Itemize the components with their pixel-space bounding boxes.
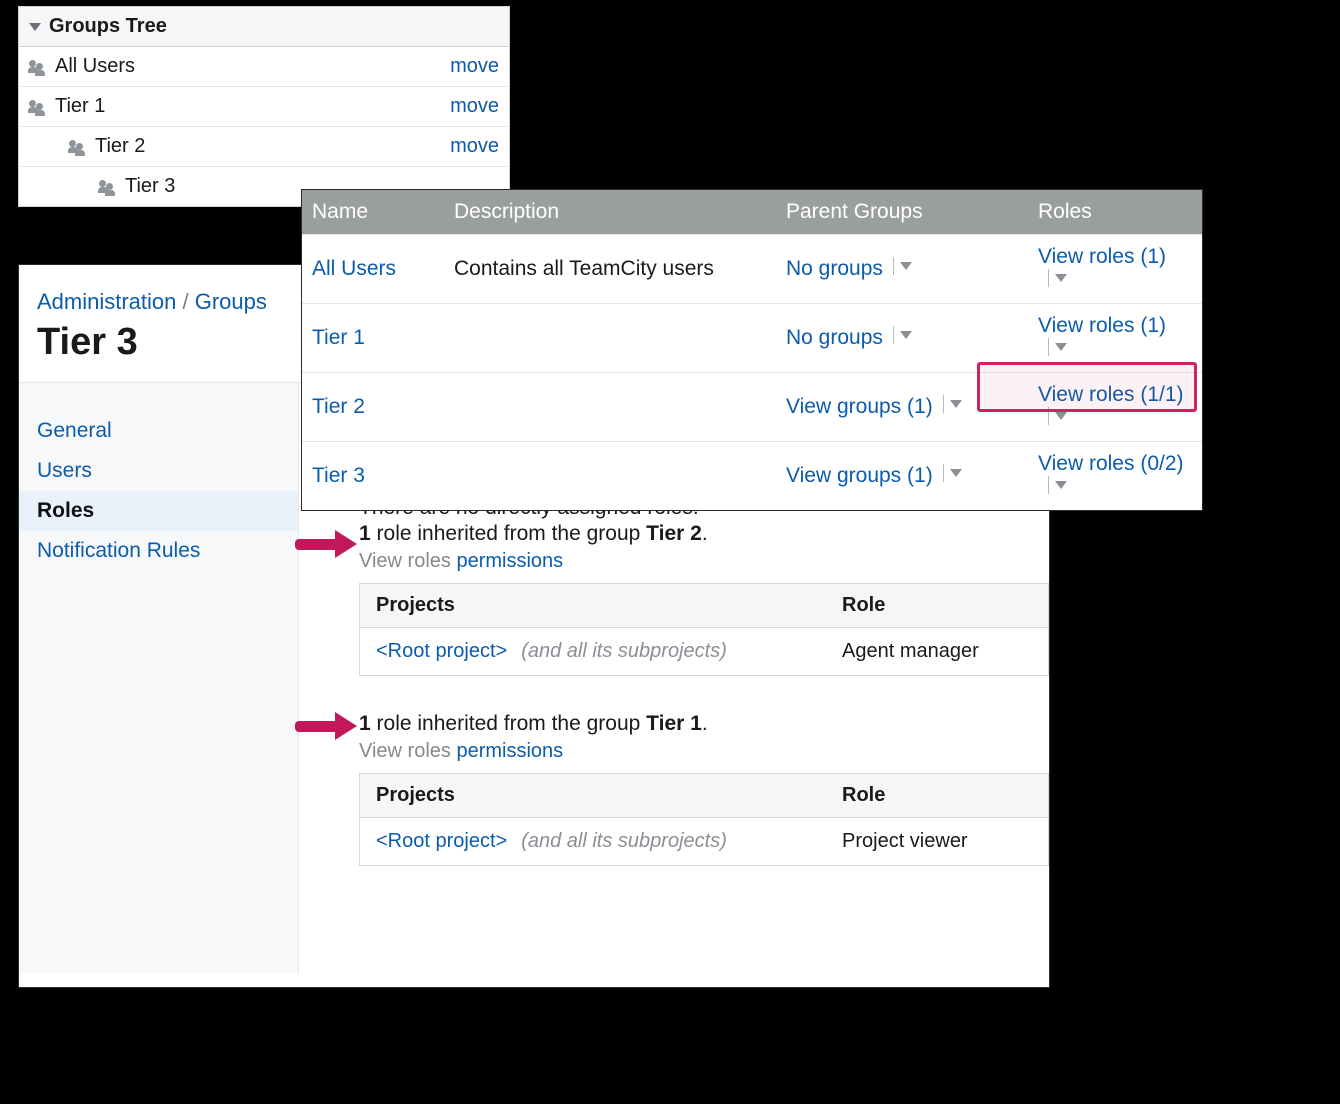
view-roles-link[interactable]: View roles (1) bbox=[1038, 314, 1166, 337]
sidebar-item-roles[interactable]: Roles bbox=[19, 491, 298, 531]
move-link[interactable]: move bbox=[450, 135, 499, 158]
groups-tree-title: Groups Tree bbox=[49, 15, 167, 38]
group-name-link[interactable]: Tier 2 bbox=[312, 395, 365, 418]
group-icon bbox=[99, 180, 117, 194]
group-name-link[interactable]: Tier 3 bbox=[312, 464, 365, 487]
annotation-arrow-icon bbox=[295, 530, 365, 558]
th-name: Name bbox=[302, 190, 444, 234]
group-name-link[interactable]: All Users bbox=[312, 257, 396, 280]
inherited-1-text: 1 role inherited from the group Tier 2. bbox=[359, 522, 1049, 546]
permissions-link[interactable]: permissions bbox=[456, 740, 563, 762]
root-project-link[interactable]: <Root project> bbox=[376, 830, 507, 852]
sidebar-item-general[interactable]: General bbox=[19, 411, 298, 451]
inherited-roles-table-1: ProjectsRole <Root project> (and all its … bbox=[359, 583, 1049, 676]
dropdown-icon[interactable] bbox=[1042, 338, 1067, 356]
dropdown-icon[interactable] bbox=[937, 395, 962, 413]
group-name-link[interactable]: Tier 1 bbox=[312, 326, 365, 349]
root-project-link[interactable]: <Root project> bbox=[376, 640, 507, 662]
breadcrumb-groups[interactable]: Groups bbox=[195, 289, 267, 314]
table-row: <Root project>(and all its subprojects) … bbox=[360, 628, 1049, 676]
role-cell: Project viewer bbox=[826, 818, 1049, 866]
group-icon bbox=[29, 100, 47, 114]
breadcrumb-admin[interactable]: Administration bbox=[37, 289, 176, 314]
th-role: Role bbox=[826, 774, 1049, 818]
role-cell: Agent manager bbox=[826, 628, 1049, 676]
tree-row-all-users[interactable]: All Users move bbox=[19, 47, 509, 87]
list-row-tier3: Tier 3 View groups (1) View roles (0/2) bbox=[302, 441, 1202, 510]
sidebar-item-users[interactable]: Users bbox=[19, 451, 298, 491]
view-roles-link[interactable]: View roles (1/1) bbox=[1038, 383, 1184, 406]
subprojects-note: (and all its subprojects) bbox=[521, 640, 727, 662]
collapse-icon bbox=[29, 23, 41, 31]
parent-groups-link[interactable]: No groups bbox=[786, 326, 883, 349]
tree-item-label: Tier 2 bbox=[95, 135, 145, 158]
view-roles-link[interactable]: View roles (1) bbox=[1038, 245, 1166, 268]
dropdown-icon[interactable] bbox=[887, 257, 912, 275]
th-parent-groups: Parent Groups bbox=[776, 190, 1028, 234]
group-icon bbox=[29, 60, 47, 74]
permissions-link[interactable]: permissions bbox=[456, 550, 563, 572]
parent-groups-link[interactable]: View groups (1) bbox=[786, 395, 933, 418]
list-row-tier1: Tier 1 No groups View roles (1) bbox=[302, 303, 1202, 372]
parent-groups-link[interactable]: View groups (1) bbox=[786, 464, 933, 487]
th-projects: Projects bbox=[360, 774, 827, 818]
groups-tree-panel: Groups Tree All Users move Tier 1 move T… bbox=[18, 6, 510, 207]
table-row: <Root project>(and all its subprojects) … bbox=[360, 818, 1049, 866]
view-roles-link[interactable]: View roles (0/2) bbox=[1038, 452, 1184, 475]
view-roles-permissions-2: View roles permissions bbox=[359, 740, 1049, 763]
list-row-all-users: All Users Contains all TeamCity users No… bbox=[302, 234, 1202, 303]
th-roles: Roles bbox=[1028, 190, 1202, 234]
inherited-2-text: 1 role inherited from the group Tier 1. bbox=[359, 712, 1049, 736]
list-row-tier2: Tier 2 View groups (1) View roles (1/1) bbox=[302, 372, 1202, 441]
group-description: Contains all TeamCity users bbox=[444, 247, 776, 291]
dropdown-icon[interactable] bbox=[937, 464, 962, 482]
dropdown-icon[interactable] bbox=[1042, 407, 1067, 425]
inherited-roles-table-2: ProjectsRole <Root project> (and all its … bbox=[359, 773, 1049, 866]
group-description bbox=[444, 328, 776, 348]
tree-row-tier2[interactable]: Tier 2 move bbox=[19, 127, 509, 167]
groups-tree-header[interactable]: Groups Tree bbox=[19, 7, 509, 47]
dropdown-icon[interactable] bbox=[1042, 476, 1067, 494]
tree-item-label: Tier 1 bbox=[55, 95, 105, 118]
side-nav: General Users Roles Notification Rules bbox=[19, 383, 299, 973]
parent-groups-link[interactable]: No groups bbox=[786, 257, 883, 280]
subprojects-note: (and all its subprojects) bbox=[521, 830, 727, 852]
th-role: Role bbox=[826, 584, 1049, 628]
tree-item-label: All Users bbox=[55, 55, 135, 78]
group-icon bbox=[69, 140, 87, 154]
move-link[interactable]: move bbox=[450, 55, 499, 78]
group-description bbox=[444, 466, 776, 486]
view-roles-permissions-1: View roles permissions bbox=[359, 550, 1049, 573]
groups-list-table: Name Description Parent Groups Roles All… bbox=[301, 189, 1203, 511]
tree-item-label: Tier 3 bbox=[125, 175, 175, 198]
th-projects: Projects bbox=[360, 584, 827, 628]
group-description bbox=[444, 397, 776, 417]
sidebar-item-notification-rules[interactable]: Notification Rules bbox=[19, 531, 298, 571]
move-link[interactable]: move bbox=[450, 95, 499, 118]
tree-row-tier1[interactable]: Tier 1 move bbox=[19, 87, 509, 127]
annotation-arrow-icon bbox=[295, 712, 365, 740]
th-description: Description bbox=[444, 190, 776, 234]
groups-list-header: Name Description Parent Groups Roles bbox=[302, 190, 1202, 234]
dropdown-icon[interactable] bbox=[887, 326, 912, 344]
dropdown-icon[interactable] bbox=[1042, 269, 1067, 287]
